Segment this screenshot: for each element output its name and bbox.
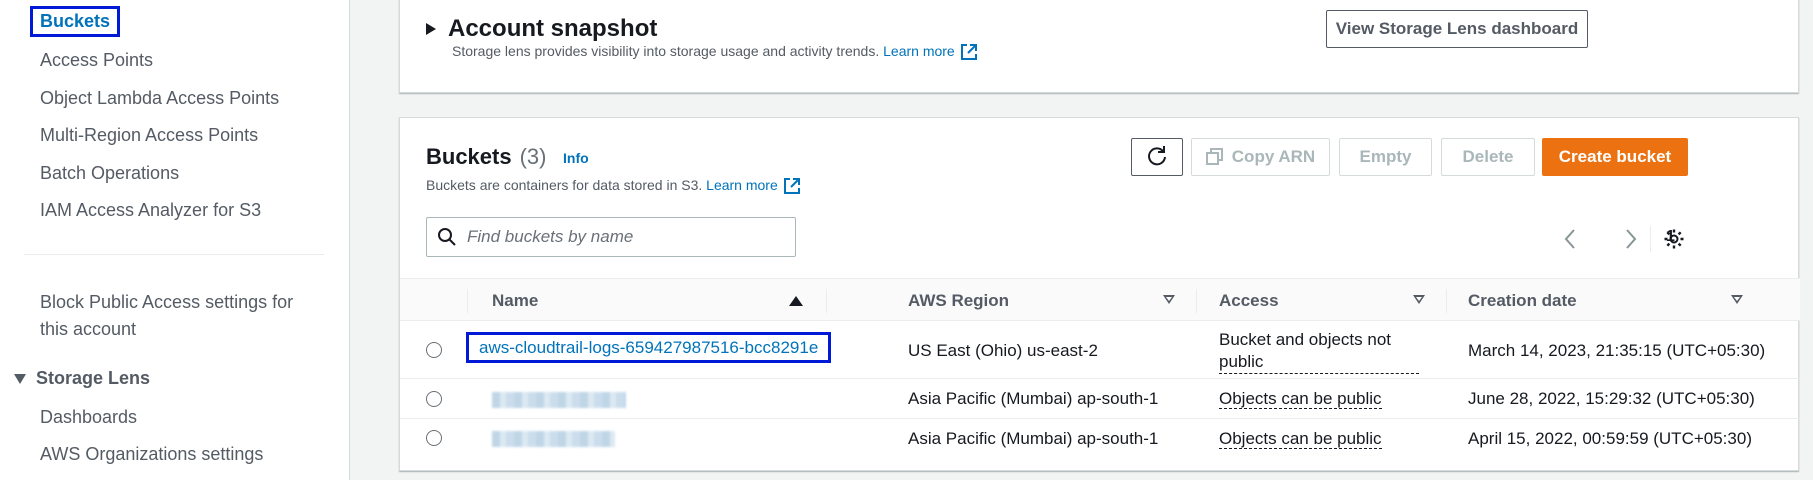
copy-arn-label: Copy ARN: [1231, 147, 1316, 166]
previous-page-icon[interactable]: [1563, 228, 1577, 250]
delete-button[interactable]: Delete: [1441, 138, 1535, 176]
copy-icon: [1205, 148, 1223, 165]
row-select-radio[interactable]: [426, 430, 442, 446]
block-public-line1: Block Public Access settings for: [40, 292, 294, 312]
account-snapshot-description: Storage lens provides visibility into st…: [452, 43, 978, 61]
buckets-panel: Buckets (3) Info Buckets are containers …: [399, 117, 1800, 471]
block-public-line2: this account: [40, 319, 137, 339]
sidebar-item-aws-organizations-settings[interactable]: AWS Organizations settings: [40, 444, 263, 465]
sidebar-item-iam-access-analyzer[interactable]: IAM Access Analyzer for S3: [40, 200, 261, 221]
bucket-region-cell: Asia Pacific (Mumbai) ap-south-1: [908, 389, 1159, 408]
access-line2: public: [1219, 352, 1264, 371]
caret-down-icon: [14, 373, 26, 384]
view-storage-lens-dashboard-button[interactable]: View Storage Lens dashboard: [1326, 10, 1588, 48]
column-separator: [467, 289, 468, 313]
sidebar: Buckets Access Points Object Lambda Acce…: [0, 0, 350, 480]
buckets-table-header: Name AWS Region Access Creation date: [400, 278, 1800, 321]
storage-lens-label: Storage Lens: [36, 368, 151, 388]
buckets-heading: Buckets (3): [426, 144, 546, 170]
bucket-access-cell: Objects can be public: [1219, 389, 1382, 409]
buckets-learn-more-link[interactable]: Learn more: [706, 177, 801, 195]
account-snapshot-title: Account snapshot: [448, 15, 658, 42]
column-separator: [1446, 289, 1447, 313]
settings-gear-icon[interactable]: [1663, 228, 1685, 250]
bucket-name-cell: aws-cloudtrail-logs-659427987516-bcc8291…: [465, 332, 832, 363]
search-input[interactable]: [467, 227, 777, 247]
column-header-aws-region[interactable]: AWS Region: [908, 291, 1009, 311]
row-select-radio[interactable]: [426, 391, 442, 407]
bucket-created-cell: June 28, 2022, 15:29:32 (UTC+05:30): [1468, 389, 1755, 408]
bucket-access-cell: Bucket and objects not public: [1219, 329, 1419, 374]
search-icon: [438, 228, 456, 246]
bucket-region-cell: Asia Pacific (Mumbai) ap-south-1: [908, 429, 1159, 448]
create-bucket-button[interactable]: Create bucket: [1542, 138, 1688, 176]
redacted-bucket-name[interactable]: [492, 431, 615, 447]
table-row[interactable]: Asia Pacific (Mumbai) ap-south-1 Objects…: [400, 379, 1800, 419]
access-text: Objects can be public: [1219, 389, 1382, 409]
sidebar-item-object-lambda-access-points[interactable]: Object Lambda Access Points: [40, 88, 279, 109]
bucket-region-cell: US East (Ohio) us-east-2: [908, 341, 1098, 360]
column-header-access[interactable]: Access: [1219, 291, 1279, 311]
row-select-radio[interactable]: [426, 342, 442, 358]
column-header-name[interactable]: Name: [492, 291, 538, 311]
column-header-creation-date[interactable]: Creation date: [1468, 291, 1577, 311]
bucket-name-link[interactable]: aws-cloudtrail-logs-659427987516-bcc8291…: [465, 332, 832, 363]
next-page-icon[interactable]: [1624, 228, 1638, 250]
snapshot-description-text: Storage lens provides visibility into st…: [452, 43, 880, 59]
sort-ascending-icon[interactable]: [789, 296, 803, 306]
access-text: Objects can be public: [1219, 429, 1382, 449]
buckets-info-link[interactable]: Info: [563, 150, 589, 166]
column-separator: [1196, 289, 1197, 313]
table-row[interactable]: Asia Pacific (Mumbai) ap-south-1 Objects…: [400, 419, 1800, 459]
copy-arn-button[interactable]: Copy ARN: [1191, 138, 1330, 176]
buckets-count: (3): [519, 144, 547, 169]
account-snapshot-toggle[interactable]: Account snapshot: [426, 15, 657, 43]
sort-icon[interactable]: [1163, 295, 1175, 304]
external-link-icon: [783, 178, 800, 195]
external-link-icon: [960, 44, 977, 61]
buckets-description-text: Buckets are containers for data stored i…: [426, 177, 703, 193]
caret-right-icon: [426, 23, 436, 35]
bucket-created-cell: March 14, 2023, 21:35:15 (UTC+05:30): [1468, 341, 1766, 360]
sidebar-item-multi-region-access-points[interactable]: Multi-Region Access Points: [40, 125, 258, 146]
sort-icon[interactable]: [1731, 295, 1743, 304]
buckets-description: Buckets are containers for data stored i…: [426, 177, 801, 195]
find-buckets-search[interactable]: [426, 217, 796, 257]
account-snapshot-panel: Account snapshot Storage lens provides v…: [399, 0, 1799, 93]
buckets-title: Buckets: [426, 144, 512, 169]
column-separator: [826, 289, 827, 313]
bucket-access-cell: Objects can be public: [1219, 429, 1382, 449]
storage-lens-section[interactable]: Storage Lens: [14, 368, 150, 389]
sidebar-item-batch-operations[interactable]: Batch Operations: [40, 163, 179, 184]
access-line1: Bucket and objects not: [1219, 330, 1392, 349]
buckets-learn-more-label: Learn more: [706, 177, 778, 193]
table-row[interactable]: aws-cloudtrail-logs-659427987516-bcc8291…: [400, 321, 1800, 379]
sidebar-divider: [24, 254, 324, 255]
refresh-icon: [1148, 146, 1166, 166]
sort-icon[interactable]: [1413, 295, 1425, 304]
redacted-bucket-name[interactable]: [492, 392, 626, 408]
snapshot-learn-more-link[interactable]: Learn more: [883, 43, 978, 61]
bucket-created-cell: April 15, 2022, 00:59:59 (UTC+05:30): [1468, 429, 1752, 448]
refresh-button[interactable]: [1131, 138, 1183, 176]
sidebar-item-access-points[interactable]: Access Points: [40, 50, 153, 71]
sidebar-item-buckets[interactable]: Buckets: [29, 6, 121, 37]
sidebar-item-dashboards[interactable]: Dashboards: [40, 407, 137, 428]
empty-button[interactable]: Empty: [1339, 138, 1432, 176]
sidebar-item-block-public-access[interactable]: Block Public Access settings for this ac…: [40, 289, 293, 343]
snapshot-learn-more-label: Learn more: [883, 43, 955, 59]
pager-divider: [1650, 226, 1651, 252]
